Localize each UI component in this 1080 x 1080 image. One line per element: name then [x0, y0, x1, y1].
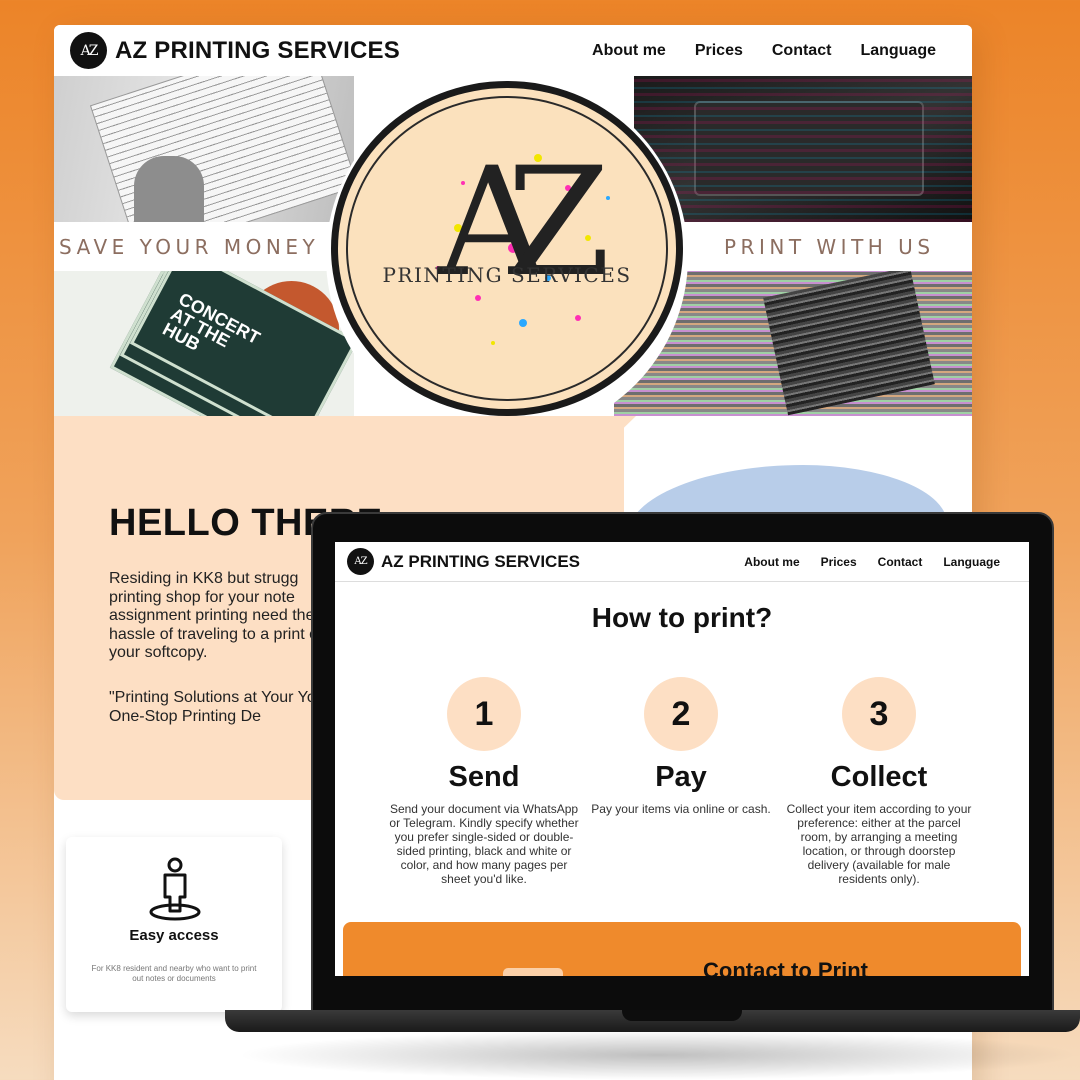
feature-text: For KK8 resident and nearby who want to … [91, 964, 257, 983]
nav-about-me[interactable]: About me [592, 42, 666, 60]
screen-nav-prices[interactable]: Prices [821, 555, 857, 569]
contact-to-print-banner[interactable]: Contact to Print [343, 922, 1021, 976]
laptop-screen: AZ AZ PRINTING SERVICES About me Prices … [335, 542, 1029, 976]
brand-logo[interactable]: AZ [70, 32, 107, 69]
hand-shape [134, 156, 204, 222]
how-to-print-heading: How to print? [591, 602, 773, 633]
step-description: Pay your items via online or cash. [591, 802, 771, 816]
seal-subtitle: PRINTING SERVICES [382, 263, 632, 287]
paper-sheet [89, 76, 354, 222]
step-title: Send [448, 761, 520, 793]
nav-contact[interactable]: Contact [772, 42, 832, 60]
paper-photo [54, 76, 354, 222]
tagline-save-money: SAVE YOUR MONEY [59, 235, 320, 259]
printer-photo [634, 76, 972, 222]
contact-to-print-label: Contact to Print [703, 958, 868, 976]
step-number-badge: 2 [644, 677, 718, 751]
screen-nav-links: About me Prices Contact Language [744, 555, 1000, 569]
top-navbar: AZ AZ PRINTING SERVICES About me Prices … [54, 25, 972, 76]
nav-language[interactable]: Language [860, 42, 936, 60]
screen-navbar: AZ AZ PRINTING SERVICES About me Prices … [335, 542, 1029, 582]
step-number-badge: 3 [842, 677, 916, 751]
chat-icon [503, 968, 563, 976]
hero-collage: SAVE YOUR MONEY PRINT WITH US CONCERT AT… [54, 76, 972, 438]
brand-seal-logo: AZ PRINTING SERVICES [331, 81, 683, 416]
step-collect: 3 Collect Collect your item according to… [784, 677, 974, 886]
feature-title: Easy access [129, 927, 219, 944]
feature-card-easy-access: Easy access For KK8 resident and nearby … [66, 837, 282, 1012]
step-send: 1 Send Send your document via WhatsApp o… [389, 677, 579, 886]
flyer-photo: CONCERT AT THE HUB [54, 271, 354, 416]
logo-letters: AZ [80, 42, 99, 59]
glitch-overlay [634, 76, 972, 222]
screen-nav-contact[interactable]: Contact [878, 555, 923, 569]
hello-panel-wedge [574, 416, 636, 476]
screen-brand-name[interactable]: AZ PRINTING SERVICES [381, 552, 580, 572]
tagline-print-with-us: PRINT WITH US [724, 235, 935, 259]
step-description: Send your document via WhatsApp or Teleg… [389, 802, 579, 886]
laptop-shadow [235, 1030, 1080, 1080]
glitch-printer [763, 271, 935, 416]
laptop-notch [622, 1010, 742, 1021]
brand-name[interactable]: AZ PRINTING SERVICES [115, 37, 400, 65]
screen-logo-letters: AZ [354, 556, 367, 567]
step-title: Pay [655, 761, 707, 793]
screen-nav-language[interactable]: Language [943, 555, 1000, 569]
step-title: Collect [830, 761, 928, 793]
step-number-badge: 1 [447, 677, 521, 751]
screen-brand-logo[interactable]: AZ [347, 548, 374, 575]
person-pin-icon [149, 857, 201, 921]
screen-nav-about-me[interactable]: About me [744, 555, 799, 569]
nav-links: About me Prices Contact Language [592, 42, 936, 60]
step-pay: 2 Pay Pay your items via online or cash. [586, 677, 776, 816]
step-description: Collect your item according to your pref… [786, 802, 972, 886]
nav-prices[interactable]: Prices [695, 42, 743, 60]
